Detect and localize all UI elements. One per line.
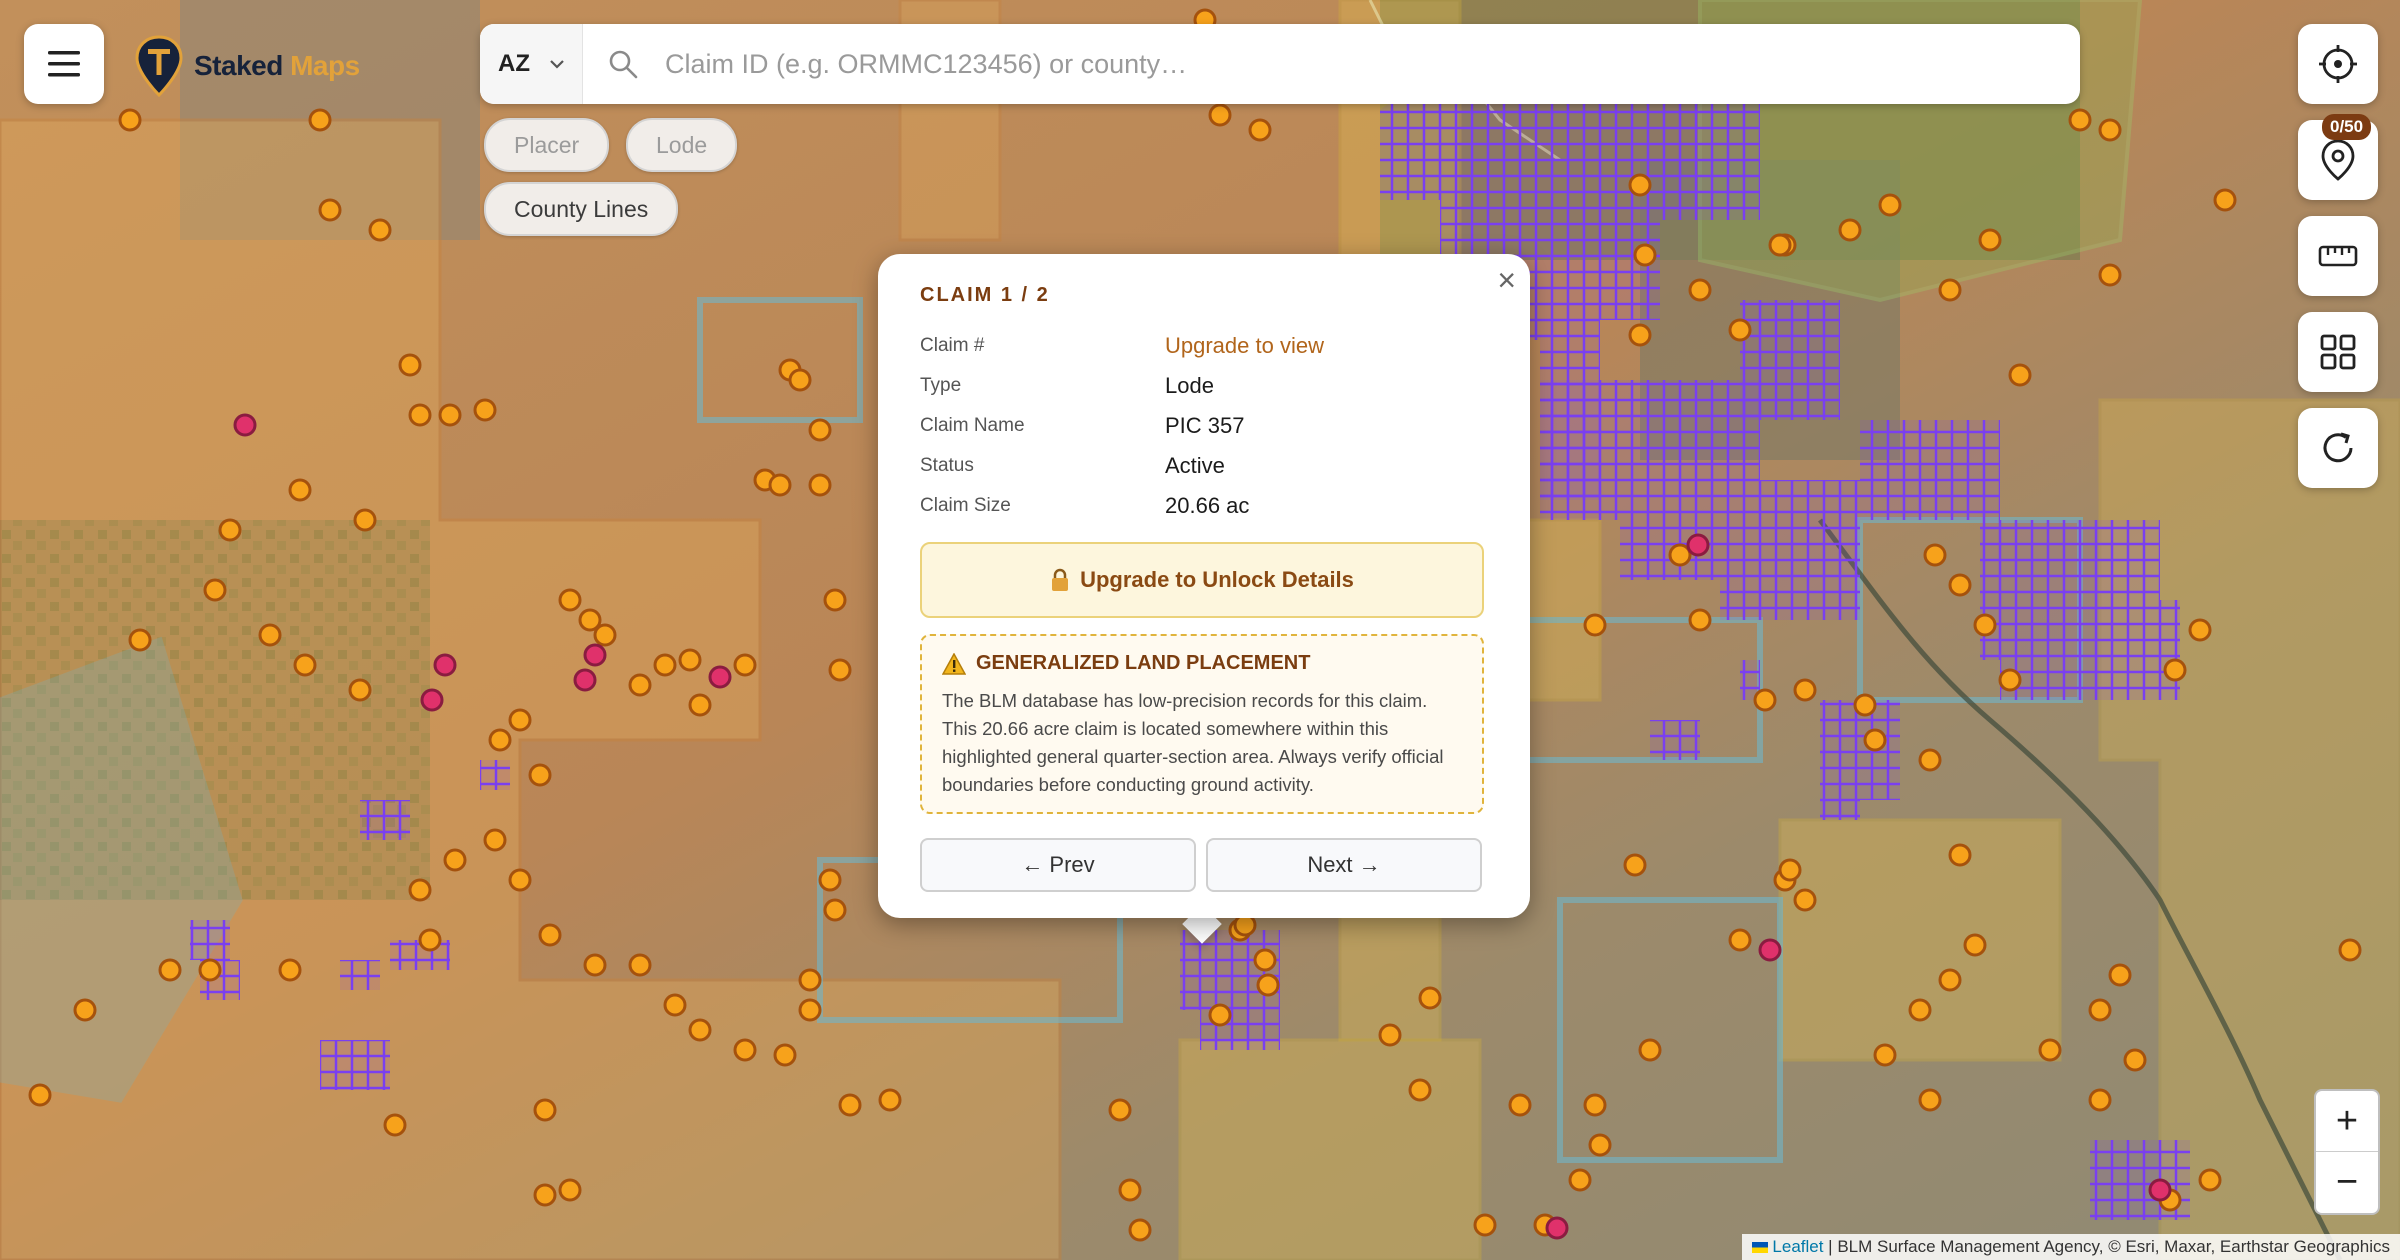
brand-logo[interactable]: Staked Maps [134,34,360,98]
close-icon[interactable]: × [1497,264,1516,296]
detail-row-claim-number: Claim # Upgrade to view [920,326,1500,366]
detail-label: Status [920,455,974,476]
detail-value: Active [1165,453,1225,478]
menu-button[interactable] [24,24,104,104]
locate-button[interactable] [2298,24,2378,104]
refresh-icon [2323,432,2353,463]
upgrade-unlock-label: Upgrade to Unlock Details [1080,567,1354,592]
detail-label: Claim Name [920,415,1025,436]
next-button[interactable]: Next → [1206,838,1482,892]
upgrade-to-view-link[interactable]: Upgrade to view [1165,333,1324,359]
warning-icon [942,652,966,675]
state-select[interactable]: AZ [480,24,583,104]
popup-title: CLAIM 1 / 2 [920,284,1050,306]
detail-row-claim-name: Claim Name PIC 357 [920,406,1500,446]
ukraine-flag-icon [1751,1242,1768,1254]
detail-label: Claim Size [920,495,1011,516]
ruler-icon [2318,245,2358,267]
map-attribution: Leaflet | BLM Surface Management Agency,… [1741,1234,2400,1260]
filter-chip-lode[interactable]: Lode [626,118,738,172]
detail-value: PIC 357 [1165,413,1245,438]
upgrade-unlock-button[interactable]: Upgrade to Unlock Details [920,542,1484,618]
chevron-down-icon [550,60,564,69]
placement-warning: GENERALIZED LAND PLACEMENT The BLM datab… [920,634,1484,814]
prev-button[interactable]: ← Prev [920,838,1196,892]
leaflet-link[interactable]: Leaflet [1772,1237,1823,1256]
brand-name: Staked Maps [194,50,360,81]
claim-details: Claim # Upgrade to view Type Lode Claim … [920,326,1500,526]
warning-header: GENERALIZED LAND PLACEMENT [942,652,1462,675]
attribution-text: | BLM Surface Management Agency, © Esri,… [1823,1237,2390,1256]
detail-value: Lode [1165,373,1214,398]
warning-text: The BLM database has low-precision recor… [942,690,1444,795]
filter-chip-placer[interactable]: Placer [484,118,610,172]
measure-button[interactable] [2298,216,2378,296]
filter-chip-label: Lode [656,131,708,158]
zoom-in-button[interactable]: + [2316,1091,2378,1152]
state-select-value: AZ [498,50,530,77]
crosshair-icon [2319,45,2357,83]
detail-value: 20.66 ac [1165,493,1250,518]
detail-label: Type [920,375,962,396]
detail-row-type: Type Lode [920,366,1500,406]
claim-popup: × CLAIM 1 / 2 Claim # Upgrade to view Ty… [878,254,1530,918]
detail-row-status: Status Active [920,446,1500,486]
zoom-out-button[interactable]: − [2316,1152,2378,1212]
search-icon [583,49,663,79]
map-pin-icon [2321,139,2355,181]
search-bar: AZ [480,24,2080,104]
lock-icon [1052,568,1069,591]
detail-label: Claim # [920,335,985,356]
search-input[interactable] [663,47,2080,81]
layers-button[interactable] [2298,312,2378,392]
zoom-control: + − [2314,1089,2380,1215]
warning-title: GENERALIZED LAND PLACEMENT [976,652,1311,674]
filter-chip-label: County Lines [514,195,649,222]
filter-chip-county-lines[interactable]: County Lines [484,182,679,236]
filter-chip-label: Placer [514,131,580,158]
pin-logo-icon [135,35,183,97]
grid-icon [2320,334,2356,370]
detail-row-claim-size: Claim Size 20.66 ac [920,486,1500,526]
refresh-button[interactable] [2298,408,2378,488]
hamburger-icon [48,51,80,77]
pin-count-badge: 0/50 [2322,114,2372,140]
